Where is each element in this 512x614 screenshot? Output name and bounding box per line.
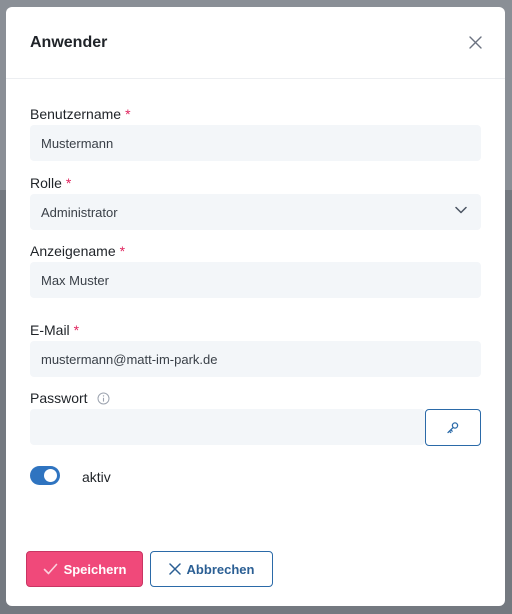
password-label: Passwort: [30, 390, 110, 406]
password-input[interactable]: [30, 409, 425, 445]
email-label: E-Mail *: [30, 322, 79, 338]
cancel-label: Abbrechen: [186, 561, 255, 577]
user-dialog: Anwender Benutzername * Mustermann Rolle…: [6, 7, 505, 606]
required-marker: *: [73, 322, 80, 338]
display-name-input[interactable]: Max Muster: [30, 262, 481, 298]
required-marker: *: [65, 175, 72, 191]
close-icon: [468, 36, 482, 49]
required-marker: *: [125, 106, 131, 122]
username-label-text: Benutzername: [30, 106, 122, 122]
chevron-down-icon: [455, 206, 467, 214]
active-label: aktiv: [82, 469, 111, 485]
save-button[interactable]: Speichern: [26, 551, 143, 587]
close-icon: [168, 563, 181, 575]
password-label-text: Passwort: [30, 390, 88, 406]
toggle-knob: [44, 469, 57, 482]
username-input[interactable]: Mustermann: [30, 125, 481, 161]
active-toggle[interactable]: [30, 466, 60, 485]
email-label-text: E-Mail: [30, 322, 70, 338]
role-label-text: Rolle: [30, 175, 62, 191]
check-icon: [43, 563, 57, 575]
email-value: mustermann@matt-im-park.de: [41, 351, 218, 367]
key-icon: [447, 421, 459, 433]
cancel-button[interactable]: Abbrechen: [150, 551, 273, 587]
email-input[interactable]: mustermann@matt-im-park.de: [30, 341, 481, 377]
role-label: Rolle *: [30, 175, 71, 191]
info-icon[interactable]: [97, 392, 110, 405]
close-button[interactable]: [465, 33, 485, 53]
display-name-value: Max Muster: [41, 272, 109, 288]
username-value: Mustermann: [41, 135, 114, 151]
username-label: Benutzername *: [30, 106, 131, 122]
dialog-title: Anwender: [30, 33, 108, 51]
generate-password-button[interactable]: [425, 409, 481, 446]
required-marker: *: [119, 243, 126, 259]
display-name-label-text: Anzeigename: [30, 243, 116, 259]
role-value: Administrator: [41, 204, 118, 220]
role-select[interactable]: Administrator: [30, 194, 481, 230]
dialog-header: Anwender: [6, 7, 505, 79]
save-label: Speichern: [63, 561, 127, 577]
display-name-label: Anzeigename *: [30, 243, 125, 259]
